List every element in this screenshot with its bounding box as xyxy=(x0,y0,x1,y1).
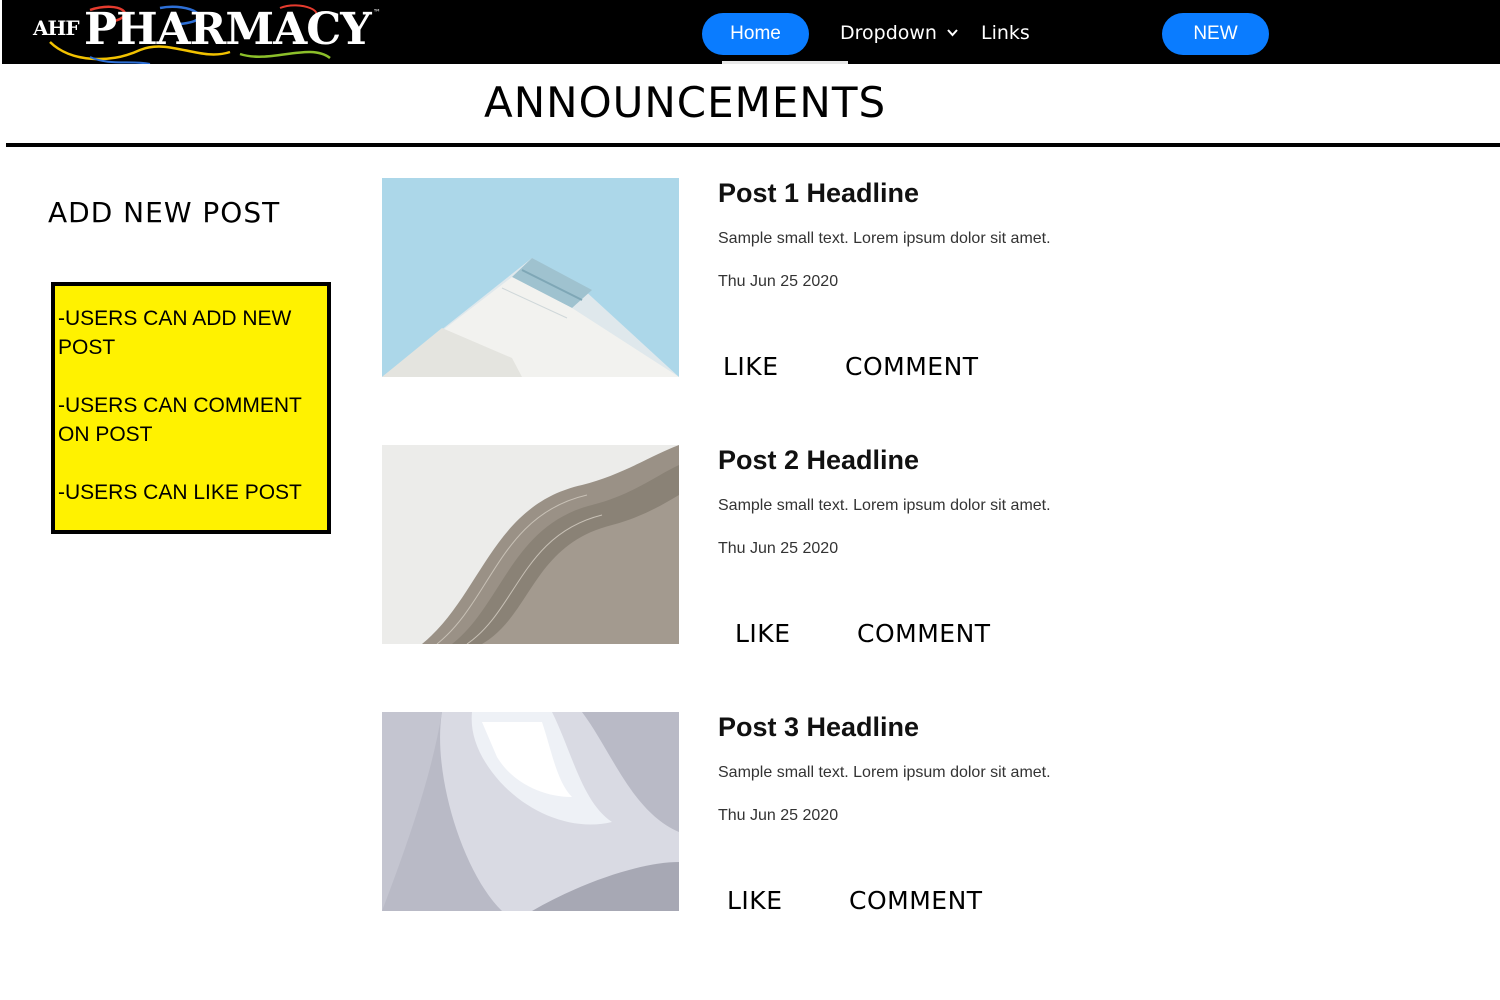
comment-button[interactable]: COMMENT xyxy=(845,352,979,381)
chevron-down-icon xyxy=(947,26,958,41)
nav-home-button[interactable]: Home xyxy=(702,13,809,55)
post-snippet: Sample small text. Lorem ipsum dolor sit… xyxy=(718,764,1051,781)
logo-trademark: ™ xyxy=(373,8,381,17)
note-item: -USERS CAN LIKE POST xyxy=(58,481,302,504)
post-headline[interactable]: Post 2 Headline xyxy=(718,445,919,476)
post-image[interactable] xyxy=(382,445,679,644)
logo-name: PHARMACY xyxy=(84,4,372,55)
nav-links-link[interactable]: Links xyxy=(981,22,1030,44)
like-button[interactable]: LIKE xyxy=(735,619,791,648)
nav-dropdown-label: Dropdown xyxy=(840,22,937,44)
ahf-pharmacy-logo[interactable]: AHF PHARMACY ™ xyxy=(30,2,390,64)
requirements-note: -USERS CAN ADD NEW POST -USERS CAN COMME… xyxy=(51,282,331,534)
note-item: -USERS CAN ADD NEW POST xyxy=(58,307,292,359)
post-date: Thu Jun 25 2020 xyxy=(718,807,839,824)
post-snippet: Sample small text. Lorem ipsum dolor sit… xyxy=(718,497,1051,514)
page-title: ANNOUNCEMENTS xyxy=(484,78,887,127)
post-image[interactable] xyxy=(382,178,679,377)
logo-prefix: AHF xyxy=(33,16,80,40)
like-button[interactable]: LIKE xyxy=(727,886,783,915)
post-card: Post 3 Headline Sample small text. Lorem… xyxy=(382,712,1082,952)
post-date: Thu Jun 25 2020 xyxy=(718,540,839,557)
note-item: -USERS CAN COMMENT ON POST xyxy=(58,394,302,446)
nav-new-button[interactable]: NEW xyxy=(1162,13,1269,55)
post-snippet: Sample small text. Lorem ipsum dolor sit… xyxy=(718,230,1051,247)
post-headline[interactable]: Post 1 Headline xyxy=(718,178,919,209)
post-card: Post 1 Headline Sample small text. Lorem… xyxy=(382,178,1082,418)
post-date: Thu Jun 25 2020 xyxy=(718,273,839,290)
like-button[interactable]: LIKE xyxy=(723,352,779,381)
post-image[interactable] xyxy=(382,712,679,911)
post-card: Post 2 Headline Sample small text. Lorem… xyxy=(382,445,1082,685)
title-divider xyxy=(6,143,1500,147)
comment-button[interactable]: COMMENT xyxy=(857,619,991,648)
nav-active-indicator xyxy=(722,61,848,64)
comment-button[interactable]: COMMENT xyxy=(849,886,983,915)
nav-dropdown-menu[interactable]: Dropdown xyxy=(840,22,958,44)
post-headline[interactable]: Post 3 Headline xyxy=(718,712,919,743)
add-new-post-button[interactable]: ADD NEW POST xyxy=(48,196,280,229)
top-navbar: AHF PHARMACY ™ Home Dropdown Links NEW xyxy=(2,0,1500,64)
